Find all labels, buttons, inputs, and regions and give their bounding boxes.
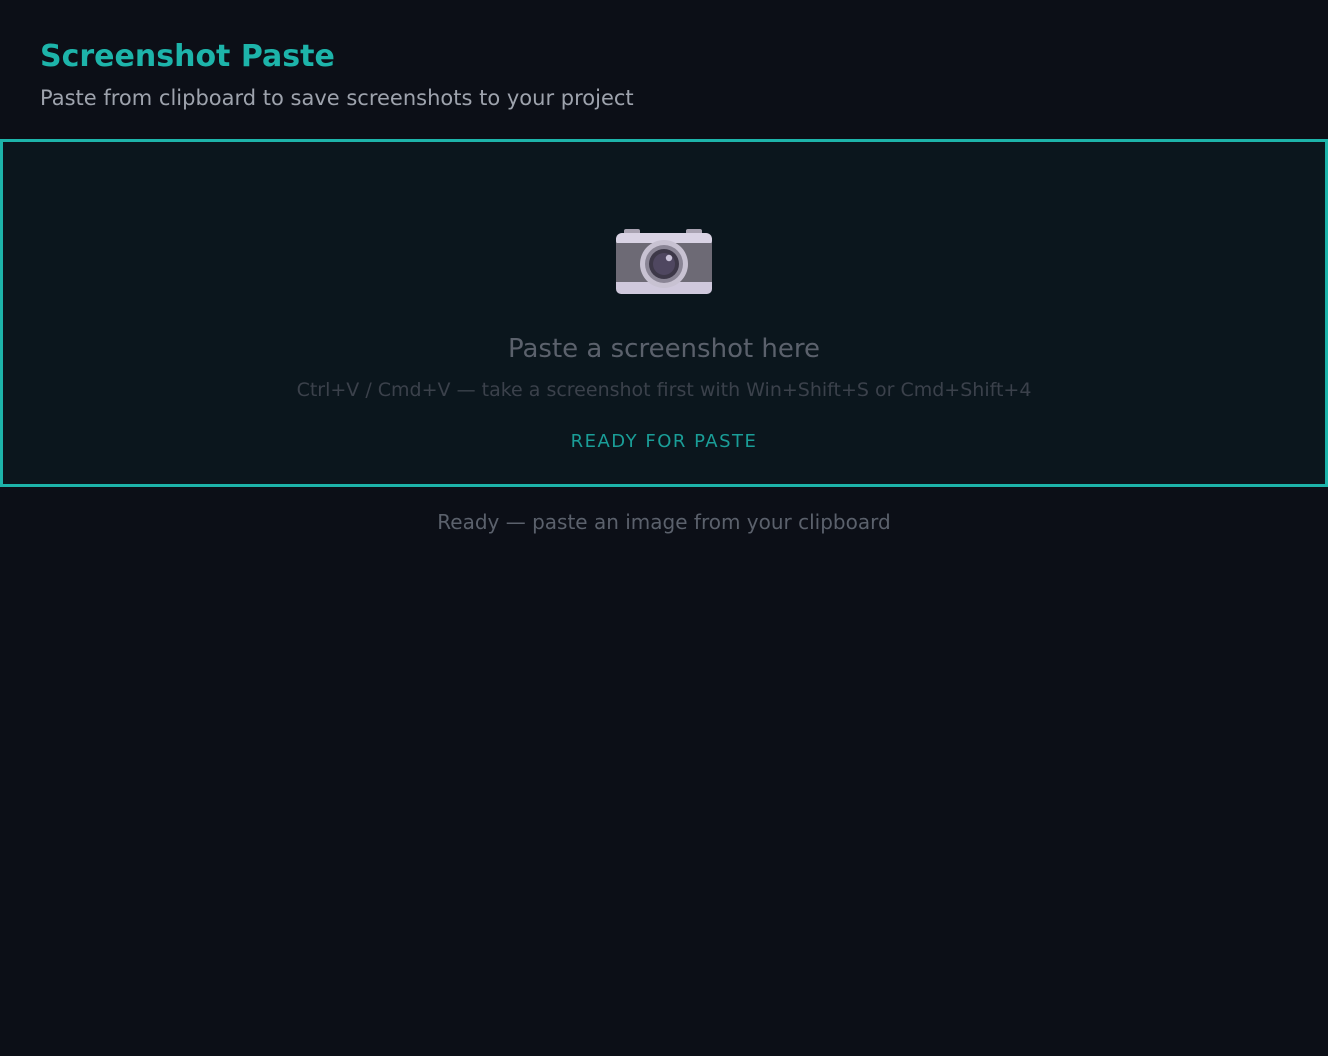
ready-status-badge: READY FOR PASTE: [570, 431, 758, 452]
status-message: Ready — paste an image from your clipboa…: [437, 510, 891, 534]
dropzone-hint: Ctrl+V / Cmd+V — take a screenshot first…: [296, 379, 1032, 401]
dropzone-title: Paste a screenshot here: [507, 334, 821, 364]
paste-dropzone[interactable]: Paste a screenshot here Ctrl+V / Cmd+V —…: [0, 139, 1328, 487]
page-subtitle: Paste from clipboard to save screenshots…: [40, 86, 634, 110]
camera-icon: [614, 226, 714, 296]
page-title: Screenshot Paste: [40, 39, 335, 74]
page-header: Screenshot Paste Paste from clipboard to…: [40, 38, 1288, 112]
